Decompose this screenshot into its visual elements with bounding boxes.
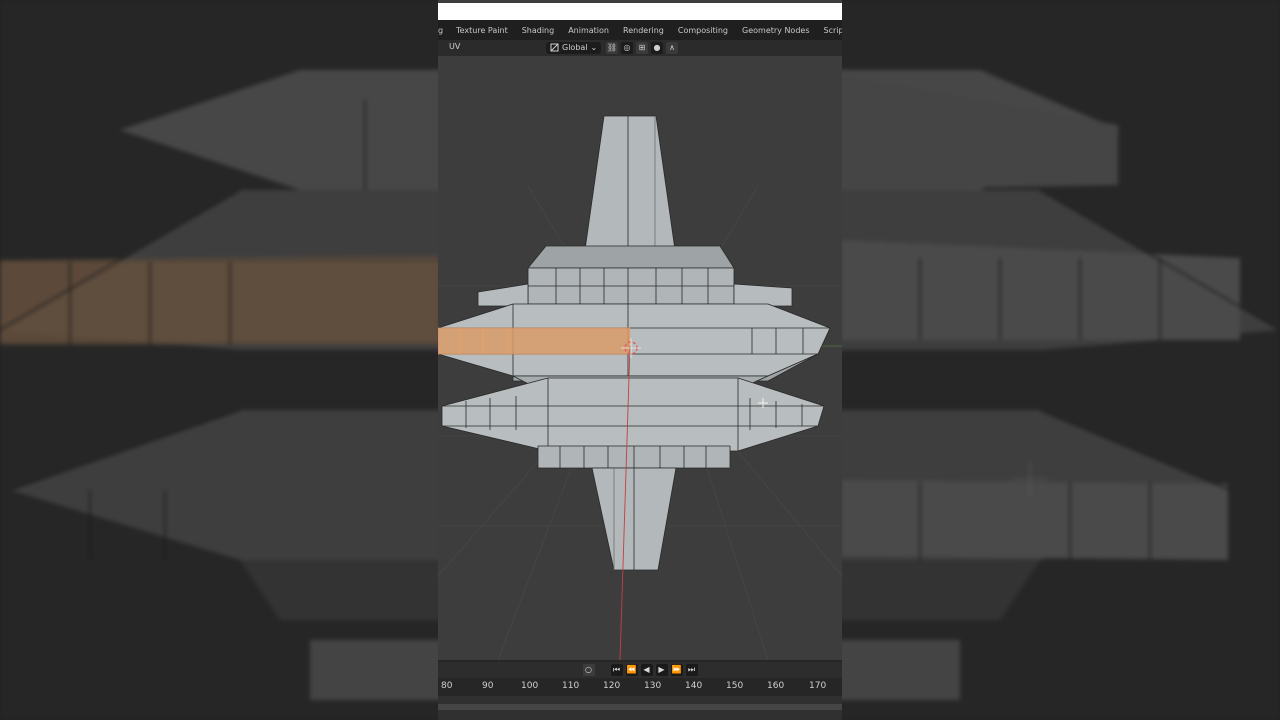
tab-rendering[interactable]: Rendering [616, 26, 671, 35]
frame-number: 120 [603, 681, 621, 691]
snap-icon[interactable]: ⊞ [636, 41, 648, 54]
jump-start-icon[interactable]: ⏮ [610, 664, 623, 676]
frame-number: 90 [482, 681, 494, 691]
tab-geometry-nodes[interactable]: Geometry Nodes [735, 26, 816, 35]
proportional-edit-icon[interactable]: ◎ [621, 41, 633, 54]
timeline-scrub-area[interactable] [438, 696, 842, 720]
tab-compositing[interactable]: Compositing [671, 26, 735, 35]
tab-partial[interactable]: g [438, 26, 449, 35]
play-icon[interactable]: ▶ [655, 664, 668, 676]
viewport-header: UV Global ⌄ ⛓ ◎ ⊞ ● ∧ [438, 40, 842, 56]
frame-number: 170 [809, 681, 827, 691]
frame-number: 80 [441, 681, 453, 691]
tab-animation[interactable]: Animation [561, 26, 616, 35]
chevron-down-icon: ⌄ [590, 43, 598, 52]
orientation-value: Global [562, 43, 588, 52]
pivot-icon[interactable]: ● [651, 41, 663, 54]
tab-shading[interactable]: Shading [515, 26, 562, 35]
frame-number: 100 [521, 681, 539, 691]
frame-number: 160 [767, 681, 785, 691]
blender-window: g Texture Paint Shading Animation Render… [438, 0, 842, 720]
title-strip [438, 3, 842, 20]
uv-menu[interactable]: UV [449, 42, 460, 51]
play-reverse-icon[interactable]: ◀ [640, 664, 653, 676]
transform-orientation-icon [550, 43, 559, 52]
link-icon[interactable]: ⛓ [606, 41, 618, 54]
prev-keyframe-icon[interactable]: ⏪ [625, 664, 638, 676]
timeline-scrollbar[interactable] [438, 704, 842, 710]
record-icon[interactable]: ○ [582, 664, 595, 676]
transform-orientation[interactable]: Global ⌄ [546, 41, 602, 54]
timeline-panel: ○ ⏮ ⏪ ◀ ▶ ⏩ ⏭ 80 90 100 110 120 130 140 … [438, 660, 842, 720]
tab-scripting[interactable]: Scripting [817, 26, 843, 35]
frame-number: 110 [562, 681, 580, 691]
frame-number: 150 [726, 681, 744, 691]
next-keyframe-icon[interactable]: ⏩ [670, 664, 683, 676]
frame-number: 140 [685, 681, 703, 691]
selected-faces [438, 327, 631, 355]
playback-controls: ○ ⏮ ⏪ ◀ ▶ ⏩ ⏭ [438, 662, 842, 678]
workspace-tab-bar: g Texture Paint Shading Animation Render… [438, 20, 842, 40]
tab-texture-paint[interactable]: Texture Paint [449, 26, 515, 35]
falloff-icon[interactable]: ∧ [666, 41, 678, 54]
frame-ruler[interactable]: 80 90 100 110 120 130 140 150 160 170 [438, 681, 842, 695]
3d-viewport[interactable] [438, 56, 842, 660]
frame-number: 130 [644, 681, 662, 691]
jump-end-icon[interactable]: ⏭ [685, 664, 698, 676]
